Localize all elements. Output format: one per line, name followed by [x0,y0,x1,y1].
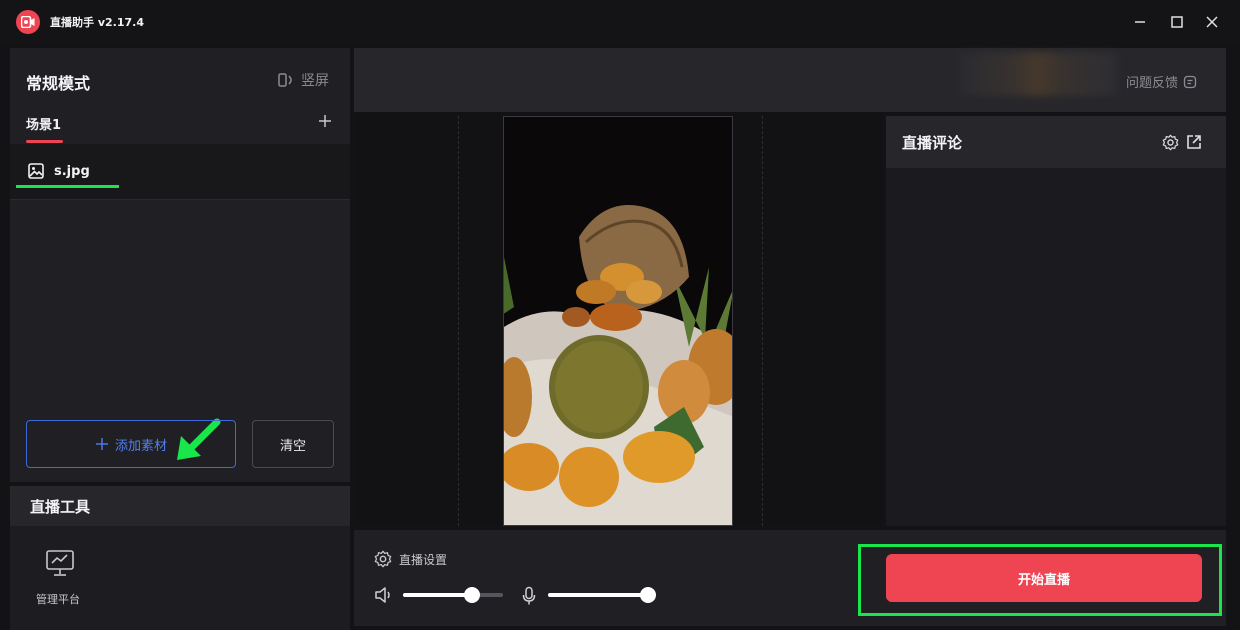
add-asset-label: 添加素材 [114,438,167,454]
app-title: 直播助手 v2.17.4 [50,16,144,29]
microphone-volume-slider[interactable] [548,587,656,603]
title-bar: 直播助手 v2.17.4 [0,0,1240,44]
microphone-volume-handle[interactable] [640,587,656,603]
gear-icon[interactable] [1162,134,1179,151]
microphone-volume-fill [548,593,648,597]
plus-icon [319,115,331,127]
minimize-button[interactable] [1130,12,1150,32]
preview-canvas[interactable] [354,112,882,526]
speaker-icon[interactable] [374,586,394,604]
safe-area-guide-left [458,116,459,526]
active-tab-indicator [26,140,63,143]
safe-area-guide-right [762,116,763,526]
scene-panel: 常规模式 竖屏 场景1 s.jpg 添加素材 清空 [10,48,350,482]
management-platform-button[interactable]: 管理平台 [34,546,90,610]
live-comments-title: 直播评论 [902,134,963,152]
tool-label: 管理平台 [36,593,80,606]
speaker-volume-fill [403,593,472,597]
mode-title: 常规模式 [26,74,91,93]
plus-icon [95,438,108,450]
add-scene-button[interactable] [316,112,334,130]
portrait-icon [278,73,292,87]
live-tools-header: 直播工具 [10,486,350,526]
annotation-underline [16,185,119,188]
speaker-volume-slider[interactable] [403,587,503,603]
vertical-screen-label: 竖屏 [301,73,329,89]
speaker-volume-handle[interactable] [464,587,480,603]
feedback-icon [1183,75,1197,88]
blurred-account-avatar [958,52,1118,96]
microphone-icon[interactable] [521,586,537,606]
image-icon [28,163,44,179]
asset-list: s.jpg [10,144,350,200]
live-tools-title: 直播工具 [30,498,91,516]
asset-name: s.jpg [54,164,90,179]
live-settings-label: 直播设置 [399,552,448,567]
live-comments-header: 直播评论 [886,116,1226,168]
close-button[interactable] [1202,12,1222,32]
live-settings-button[interactable]: 直播设置 [374,550,447,568]
feedback-button[interactable]: 问题反馈 [1126,72,1197,91]
clear-button[interactable]: 清空 [252,420,334,468]
tab-scene-1[interactable]: 场景1 [26,114,61,133]
vertical-screen-button[interactable]: 竖屏 [278,70,329,90]
gear-icon [374,550,392,568]
live-comments-panel: 直播评论 [886,116,1226,526]
external-link-icon[interactable] [1186,134,1202,150]
feedback-label: 问题反馈 [1126,76,1179,91]
add-asset-button[interactable]: 添加素材 [26,420,236,468]
monitor-chart-icon [46,550,74,576]
maximize-button[interactable] [1167,12,1187,32]
preview-image[interactable] [503,116,733,526]
top-bar: 问题反馈 [354,48,1226,112]
app-logo-icon [16,10,40,34]
live-tools-panel: 管理平台 [10,526,350,630]
start-live-button[interactable]: 开始直播 [886,554,1202,602]
